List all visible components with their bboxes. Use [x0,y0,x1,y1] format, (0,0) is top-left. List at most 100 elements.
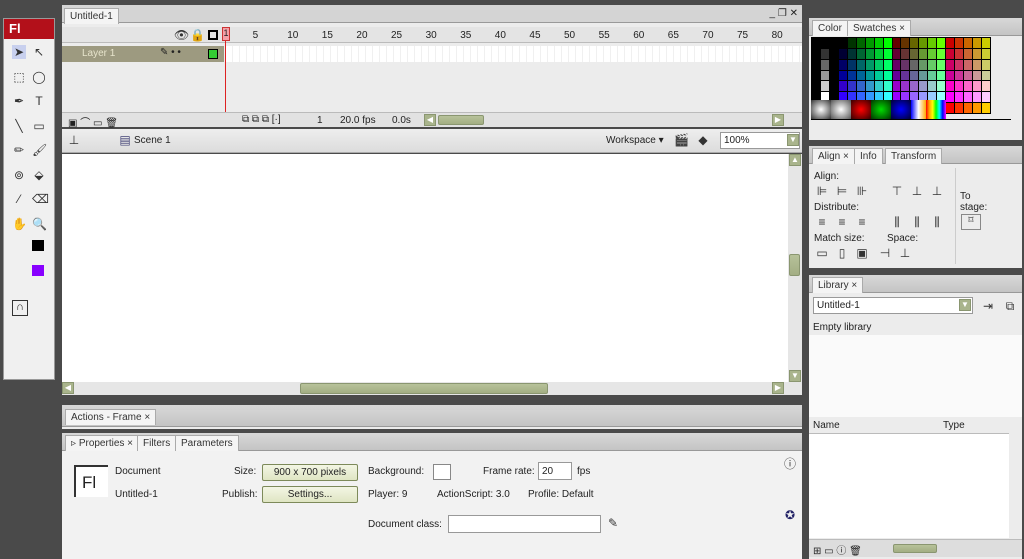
swatch[interactable] [865,81,874,92]
lock-icon[interactable]: 🔒 [190,28,205,42]
swatch[interactable] [874,48,883,59]
scroll-right[interactable]: ▶ [772,114,784,126]
swatch[interactable] [892,81,901,92]
swatch[interactable] [955,59,964,70]
swatch[interactable] [883,48,892,59]
swatch[interactable] [847,48,856,59]
library-list[interactable] [809,433,1009,538]
swatch[interactable] [838,70,847,81]
swatch[interactable] [964,59,973,70]
swatch[interactable] [955,48,964,59]
swatch[interactable] [946,38,955,48]
swatch[interactable] [955,38,964,48]
eyedropper-tool-icon[interactable]: ⁄ [12,192,26,206]
swatch[interactable] [892,38,901,48]
swatch[interactable] [883,81,892,92]
line-tool-icon[interactable]: ╲ [12,119,26,133]
swatch[interactable] [865,70,874,81]
swatch[interactable] [910,70,919,81]
align-option-icon[interactable]: ⊪ [855,184,869,198]
align-option-icon[interactable]: ≡ [855,215,869,229]
swatch[interactable] [937,38,946,48]
swatch[interactable] [874,59,883,70]
workspace-menu[interactable]: Workspace ▾ [606,135,664,146]
tab-swatches[interactable]: Swatches × [847,20,911,36]
swatch[interactable] [812,81,820,92]
swatch[interactable] [964,70,973,81]
text-tool-icon[interactable]: T [32,94,46,108]
library-bottom-bar[interactable]: ⊞ ▭ ⓘ 🗑 [809,539,1022,557]
hand-tool-icon[interactable]: ✋ [12,217,27,231]
align-option-icon[interactable]: ⫼ [930,215,944,229]
eraser-tool-icon[interactable]: ⌫ [32,192,49,206]
swatch[interactable] [883,38,892,48]
swatch[interactable] [964,81,973,92]
swatch[interactable] [856,59,865,70]
swatch[interactable] [910,81,919,92]
align-option-icon[interactable]: ≡ [815,215,829,229]
align-option-icon[interactable]: ▣ [855,246,869,260]
swatch[interactable] [982,81,990,92]
swatch[interactable] [919,38,928,48]
swatch[interactable] [919,48,928,59]
swatch[interactable] [973,70,982,81]
swatch[interactable] [883,70,892,81]
tab-filters[interactable]: Filters [137,435,177,451]
swatch[interactable] [946,48,955,59]
library-document-select[interactable]: Untitled-1 ▼ [813,297,973,314]
swatch[interactable] [892,59,901,70]
align-option-icon[interactable]: ⊥ [910,184,924,198]
pen-tool-icon[interactable]: ✒ [12,94,26,108]
pin-library-icon[interactable]: ⇥ [981,299,995,313]
swatch[interactable] [964,38,973,48]
pencil-tool-icon[interactable]: ✏ [12,143,26,157]
swatch[interactable] [928,48,937,59]
swatch[interactable] [901,81,910,92]
layer-row[interactable]: Layer 1 ✎ • • [62,46,224,62]
swatch[interactable] [901,48,910,59]
align-option-icon[interactable]: ▯ [835,246,849,260]
swatch[interactable] [820,48,829,59]
align-option-icon[interactable]: ≡ [835,215,849,229]
stage-hscroll[interactable]: ◀ ▶ [62,382,802,395]
tab-info[interactable]: Info [854,148,883,164]
stroke-color-swatch[interactable] [32,240,44,251]
swatch[interactable] [874,81,883,92]
ink-bottle-tool-icon[interactable]: ⊚ [12,168,26,182]
column-type[interactable]: Type [943,420,965,431]
timeline-toggle-icon[interactable]: ⊥ [67,133,81,147]
brush-tool-icon[interactable]: 🖌 [32,143,47,157]
swatch[interactable] [865,48,874,59]
frame-rate-input[interactable]: 20 [538,462,572,480]
onion-skin-icons[interactable]: ⧉ ⧉ ⧉ [·] [242,114,281,125]
swatch[interactable] [973,38,982,48]
align-option-icon[interactable]: ⊥ [898,246,912,260]
swatch[interactable] [973,59,982,70]
swatch[interactable] [928,81,937,92]
align-option-icon[interactable]: ⊫ [815,184,829,198]
swatch[interactable] [910,48,919,59]
swatch[interactable] [856,48,865,59]
tab-document[interactable]: Untitled-1 [64,8,119,24]
swatch[interactable] [928,70,937,81]
swatch[interactable] [928,59,937,70]
stage-vscroll[interactable]: ▲ ▼ [788,154,802,382]
outline-icon[interactable] [208,30,218,40]
align-option-icon[interactable]: ⊨ [835,184,849,198]
swatch[interactable] [829,59,838,70]
align-option-icon[interactable]: ⫼ [910,215,924,229]
window-controls[interactable]: _ ❐ ✕ [770,8,798,19]
swatch[interactable] [812,70,820,81]
add-layer-icons[interactable]: ▣ ⌒ ▭ 🗑 [68,114,118,129]
swatch[interactable] [964,48,973,59]
swatch[interactable] [838,81,847,92]
swatch[interactable] [812,38,820,48]
swatch[interactable] [982,59,990,70]
swatch[interactable] [847,38,856,48]
swatch[interactable] [982,38,990,48]
zoom-tool-icon[interactable]: 🔍 [32,217,47,231]
swatch[interactable] [946,70,955,81]
swatch[interactable] [865,38,874,48]
swatch[interactable] [937,70,946,81]
selection-tool-icon[interactable]: ➤ [12,45,26,59]
